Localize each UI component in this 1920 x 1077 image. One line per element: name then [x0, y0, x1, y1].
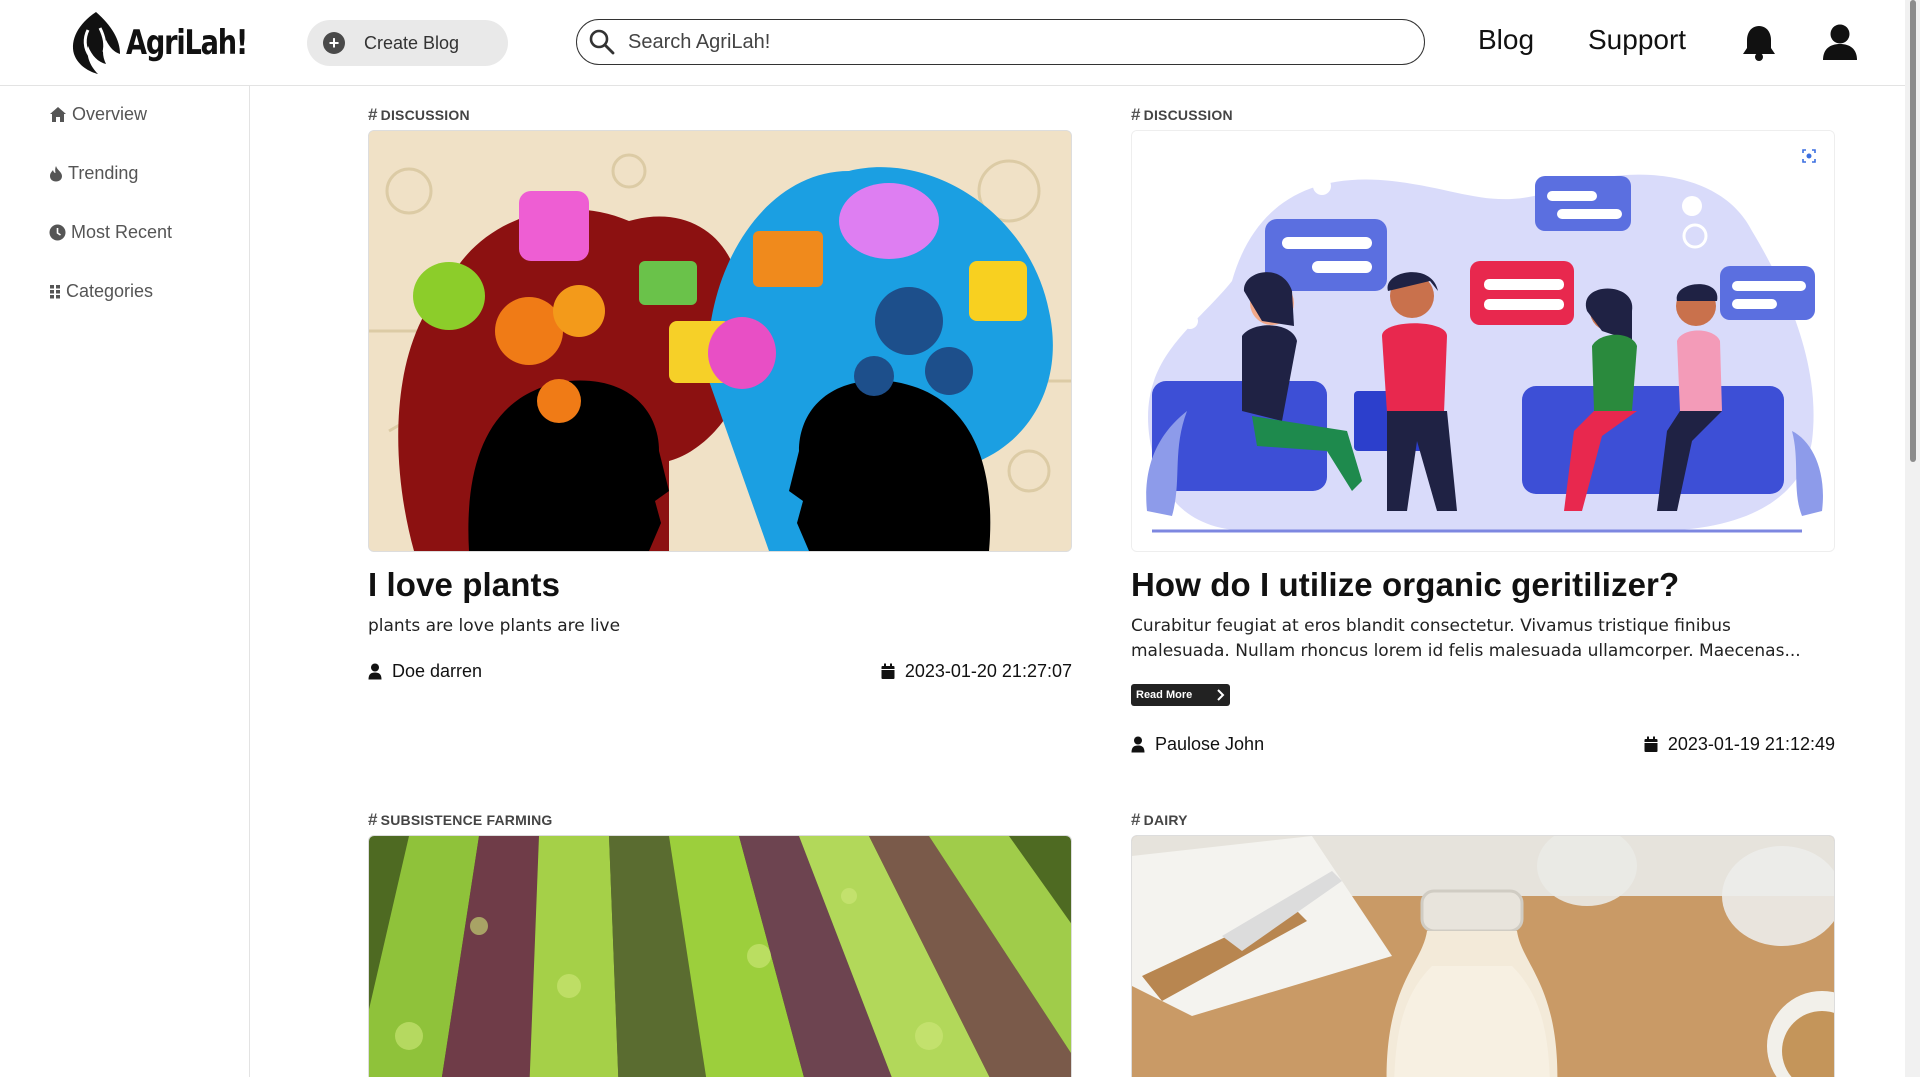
- logo-text: AgriLah!: [126, 23, 248, 63]
- sidebar: Overview Trending Most Recent Categories: [0, 86, 250, 1077]
- post-title[interactable]: How do I utilize organic geritilizer?: [1131, 566, 1835, 604]
- create-blog-button[interactable]: + Create Blog: [307, 20, 508, 66]
- sidebar-item-overview[interactable]: Overview: [49, 104, 147, 125]
- bell-icon[interactable]: [1741, 24, 1777, 62]
- sidebar-item-label: Trending: [68, 163, 139, 183]
- sidebar-item-most-recent[interactable]: Most Recent: [49, 222, 172, 243]
- plus-circle-icon: +: [323, 32, 345, 54]
- post-meta: Paulose John 2023-01-19 21:12:49: [1131, 734, 1835, 755]
- post-tag[interactable]: # SUBSISTENCE FARMING: [368, 810, 1072, 829]
- post-image-heads-discussion[interactable]: [368, 130, 1072, 552]
- read-more-button[interactable]: Read More: [1131, 684, 1230, 706]
- post-description: plants are love plants are live: [368, 616, 621, 636]
- post-tag-label: DISCUSSION: [1143, 107, 1233, 123]
- home-icon: [49, 106, 67, 123]
- top-header: AgriLah! + Create Blog Blog Support: [0, 0, 1905, 86]
- scrollbar-thumb[interactable]: [1910, 0, 1916, 462]
- nav-support-link[interactable]: Support: [1588, 24, 1686, 56]
- post-tag-label: DISCUSSION: [380, 107, 470, 123]
- post-meta: Doe darren 2023-01-20 21:27:07: [368, 661, 1072, 682]
- hashtag-icon: #: [1131, 810, 1141, 829]
- post-date: 2023-01-19 21:12:49: [1644, 734, 1835, 755]
- grid-icon: [49, 283, 61, 300]
- post-card[interactable]: # SUBSISTENCE FARMING: [368, 810, 1072, 1077]
- post-author: Paulose John: [1131, 734, 1264, 755]
- post-image-people-talking[interactable]: [1131, 130, 1835, 552]
- search-bar[interactable]: [576, 19, 1425, 65]
- sidebar-item-categories[interactable]: Categories: [49, 281, 153, 302]
- hashtag-icon: #: [1131, 105, 1141, 124]
- post-date-value: 2023-01-20 21:27:07: [904, 661, 1072, 681]
- hashtag-icon: #: [368, 810, 378, 829]
- post-image-milk-bottle[interactable]: [1131, 835, 1835, 1077]
- post-author-name: Paulose John: [1155, 734, 1265, 754]
- person-icon: [368, 663, 382, 680]
- post-card[interactable]: # DAIRY: [1131, 810, 1835, 1077]
- nav-blog-link[interactable]: Blog: [1478, 24, 1534, 56]
- post-tag-label: SUBSISTENCE FARMING: [380, 812, 553, 828]
- hashtag-icon: #: [368, 105, 378, 124]
- post-title[interactable]: I love plants: [368, 566, 1072, 604]
- post-date-value: 2023-01-19 21:12:49: [1667, 734, 1835, 754]
- post-description: Curabitur feugiat at eros blandit consec…: [1131, 616, 1801, 661]
- sidebar-item-label: Overview: [72, 104, 148, 124]
- sidebar-item-label: Most Recent: [71, 222, 173, 242]
- post-author: Doe darren: [368, 661, 482, 682]
- clock-icon: [49, 224, 66, 241]
- user-profile-icon[interactable]: [1822, 23, 1858, 61]
- visual-search-icon[interactable]: [1795, 142, 1823, 170]
- post-card[interactable]: # DISCUSSION How do I utilize organic ge…: [1131, 105, 1835, 755]
- leaf-logo-icon: [72, 12, 120, 74]
- post-tag[interactable]: # DISCUSSION: [1131, 105, 1835, 124]
- sidebar-item-label: Categories: [66, 281, 154, 301]
- sidebar-item-trending[interactable]: Trending: [49, 163, 138, 184]
- page-scrollbar[interactable]: [1905, 0, 1920, 1077]
- post-tag[interactable]: # DAIRY: [1131, 810, 1835, 829]
- search-input[interactable]: [628, 30, 1388, 54]
- read-more-label: Read More: [1136, 689, 1193, 701]
- chevron-right-icon: [1217, 689, 1225, 701]
- logo[interactable]: AgriLah!: [66, 8, 277, 78]
- fire-icon: [49, 165, 63, 182]
- calendar-icon: [881, 663, 895, 679]
- post-author-name: Doe darren: [392, 661, 483, 681]
- post-image-lettuce-field[interactable]: [368, 835, 1072, 1077]
- create-blog-label: Create Blog: [364, 32, 460, 53]
- search-icon: [589, 29, 615, 55]
- post-card[interactable]: # DISCUSSION I love plants plants are lo…: [368, 105, 1072, 682]
- person-icon: [1131, 736, 1145, 753]
- calendar-icon: [1644, 736, 1658, 752]
- post-tag[interactable]: # DISCUSSION: [368, 105, 1072, 124]
- post-date: 2023-01-20 21:27:07: [881, 661, 1072, 682]
- post-tag-label: DAIRY: [1143, 812, 1188, 828]
